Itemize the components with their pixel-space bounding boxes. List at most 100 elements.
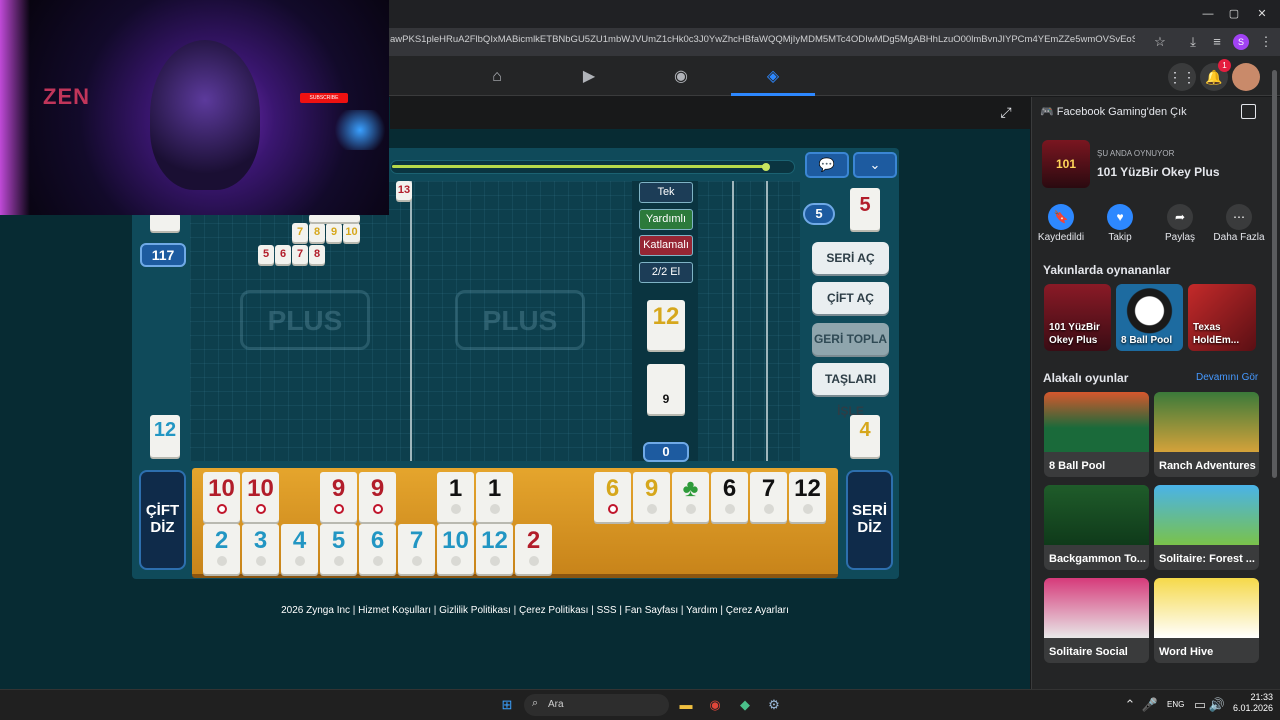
taskbar-clock[interactable]: 21:33 6.01.2026 [1228, 692, 1273, 714]
discard-tile-left[interactable]: 12 [150, 415, 180, 457]
star-icon[interactable]: ☆ [1151, 33, 1169, 51]
saved-icon[interactable]: 🔖 [1048, 204, 1074, 230]
rack-tile[interactable]: 6 [711, 472, 748, 522]
rack-tile[interactable]: 9 [359, 472, 396, 522]
game-footer-links[interactable]: 2026 Zynga Inc | Hizmet Koşulları | Gizl… [0, 605, 1070, 616]
volume-icon[interactable]: 🔊 [1207, 695, 1227, 715]
home-icon[interactable]: ⌂ [485, 66, 509, 88]
tile-marker [294, 556, 305, 566]
open-pairs-button[interactable]: ÇİFT AÇ [812, 282, 889, 314]
current-game-title[interactable]: 101 YüzBir Okey Plus [1097, 165, 1220, 179]
rack-tile[interactable]: 6 [359, 524, 396, 574]
tile-marker [450, 556, 461, 566]
zone-divider [410, 181, 412, 461]
related-game-card[interactable]: Ranch Adventures [1154, 392, 1259, 477]
taskbar-search[interactable]: Ara [524, 694, 669, 716]
tile-number: 10 [208, 475, 235, 502]
rack-tile[interactable]: 9 [633, 472, 670, 522]
fullscreen-icon[interactable]: ⤢ [998, 104, 1014, 120]
recent-game-8ball[interactable]: 8 Ball Pool [1116, 284, 1183, 351]
recent-game-okey[interactable]: 101 YüzBir Okey Plus [1044, 284, 1111, 351]
chat-button[interactable]: 💬 [805, 152, 849, 178]
opponent-count: 5 [803, 203, 835, 225]
zone-divider [766, 181, 768, 461]
close-icon[interactable]: ✕ [1252, 5, 1272, 23]
hand-counter-tag: 2/2 El [639, 262, 693, 283]
exit-gaming-button[interactable]: 🎮 Facebook Gaming'den Çık [1040, 105, 1187, 118]
rack-tile[interactable]: 1 [437, 472, 474, 522]
rack-tile[interactable]: 9 [320, 472, 357, 522]
neon-streak [0, 0, 30, 215]
tile-marker [450, 504, 461, 514]
rack-tile[interactable]: 4 [281, 524, 318, 574]
more-icon[interactable]: ⋯ [1226, 204, 1252, 230]
related-game-label: Word Hive [1159, 646, 1214, 658]
related-game-card[interactable]: 8 Ball Pool [1044, 392, 1149, 477]
download-icon[interactable]: ⤓ [1184, 33, 1202, 51]
related-game-card[interactable]: Backgammon To... [1044, 485, 1149, 570]
tray-expand-icon[interactable]: ⌃ [1120, 695, 1140, 715]
rack-tile[interactable]: 7 [750, 472, 787, 522]
panel-toggle-icon[interactable] [1241, 104, 1256, 119]
draw-pile[interactable]: 9 [647, 364, 685, 414]
recent-game-texas-holdem[interactable]: Texas HoldEm... [1188, 284, 1256, 351]
discard-tile-right[interactable]: 5 [850, 188, 880, 230]
sort-pairs-button[interactable]: ÇİFT DİZ [139, 470, 186, 570]
file-explorer-icon[interactable]: ▬ [676, 695, 696, 715]
follow-icon[interactable]: ♥ [1107, 204, 1133, 230]
rack-tile[interactable]: 6 [594, 472, 631, 522]
sort-series-button[interactable]: SERİ DİZ [846, 470, 893, 570]
related-game-card[interactable]: Solitaire Social [1044, 578, 1149, 663]
gaming-icon[interactable]: ◈ [761, 66, 785, 88]
minimize-icon[interactable]: — [1198, 5, 1218, 23]
game-thumbnail [1154, 485, 1259, 545]
game-thumbnail [1154, 578, 1259, 638]
rack-tile[interactable]: 2 [515, 524, 552, 574]
joker-tile[interactable]: ♣ [672, 472, 709, 522]
rack-tile[interactable]: 3 [242, 524, 279, 574]
open-series-button[interactable]: SERİ AÇ [812, 242, 889, 274]
start-menu-icon[interactable]: ⊞ [497, 695, 517, 715]
meld-tile: 7 [292, 223, 308, 242]
apps-menu-icon[interactable]: ⋮⋮ [1168, 63, 1196, 91]
microphone-icon[interactable]: 🎤 [1140, 695, 1160, 715]
see-all-link[interactable]: Devamını Gör [1196, 372, 1258, 383]
url-field[interactable]: awPKS1pleHRuA2FlbQIxMABicmlkETBNbGU5ZU1m… [390, 34, 1135, 50]
video-icon[interactable]: ▶ [577, 66, 601, 88]
clock-date: 6.01.2026 [1232, 703, 1273, 713]
tile-marker [685, 504, 696, 514]
rack-tile[interactable]: 1 [476, 472, 513, 522]
rack-tile[interactable]: 12 [476, 524, 513, 574]
rack-tile[interactable]: 2 [203, 524, 240, 574]
related-game-card[interactable]: Word Hive [1154, 578, 1259, 663]
rack-tile[interactable]: 7 [398, 524, 435, 574]
playlist-icon[interactable]: ≡ [1208, 33, 1226, 51]
share-icon[interactable]: ➦ [1167, 204, 1193, 230]
groups-icon[interactable]: ◉ [669, 66, 693, 88]
menu-icon[interactable]: ⋮ [1257, 33, 1275, 51]
app-icon[interactable]: ◆ [735, 695, 755, 715]
collapse-button[interactable]: ⌄ [853, 152, 897, 178]
rack-tile[interactable]: 10 [437, 524, 474, 574]
game-icon-101-okey: 101 [1042, 140, 1090, 188]
chrome-icon[interactable]: ◉ [705, 695, 725, 715]
related-game-card[interactable]: Solitaire: Forest ... [1154, 485, 1259, 570]
mode-tag-single: Tek [639, 182, 693, 203]
process-tiles-button[interactable]: TAŞLARI İŞLE [812, 363, 889, 418]
rack-tile[interactable]: 10 [242, 472, 279, 522]
notification-badge: 1 [1218, 59, 1231, 72]
rack-tile[interactable]: 12 [789, 472, 826, 522]
language-indicator[interactable]: ENG [1167, 700, 1184, 709]
steam-icon[interactable]: ⚙ [764, 695, 784, 715]
maximize-icon[interactable]: ▢ [1224, 5, 1244, 23]
related-game-label: Backgammon To... [1049, 553, 1146, 565]
turn-timer-knob [762, 163, 770, 171]
profile-avatar[interactable]: S [1233, 34, 1249, 50]
account-avatar[interactable] [1232, 63, 1260, 91]
rack-tile[interactable]: 10 [203, 472, 240, 522]
tile-number: 10 [442, 527, 469, 554]
discard-tile-bottom-right[interactable]: 4 [850, 415, 880, 457]
take-back-button[interactable]: GERİ TOPLA [812, 323, 889, 355]
page-scrollbar[interactable] [1272, 70, 1277, 478]
rack-tile[interactable]: 5 [320, 524, 357, 574]
